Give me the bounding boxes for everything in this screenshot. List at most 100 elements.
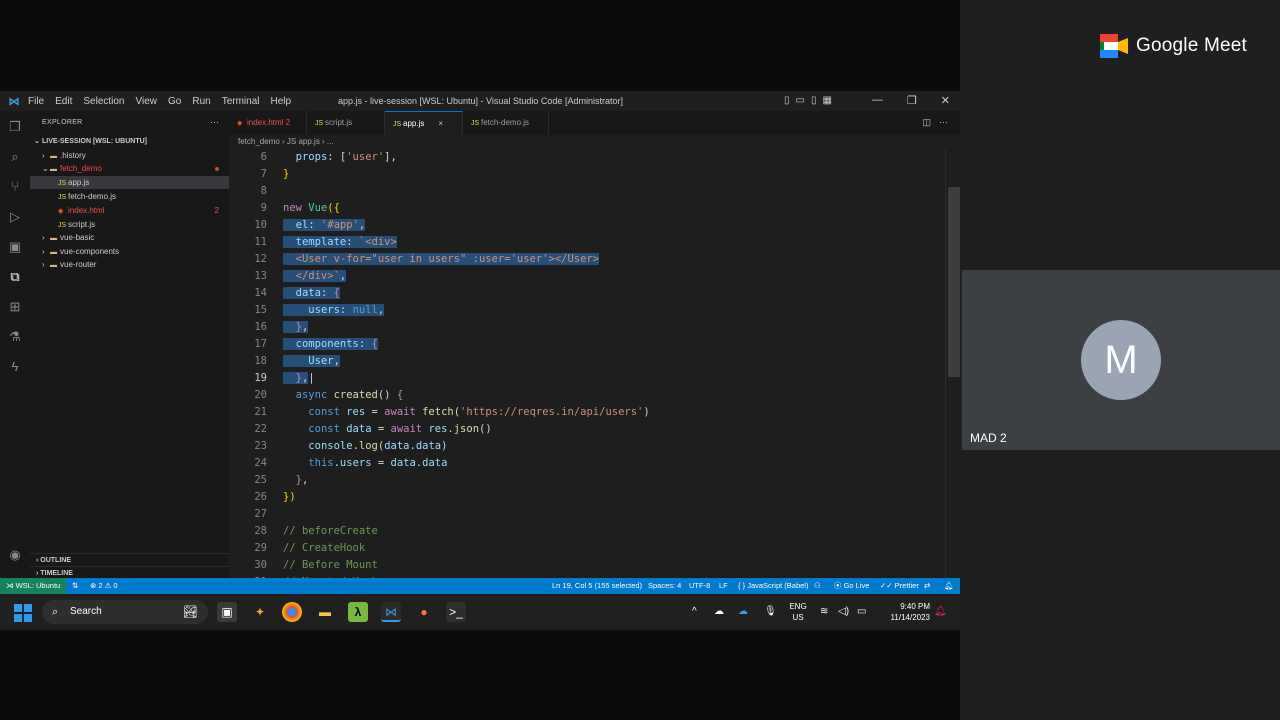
- cursor-position[interactable]: Ln 19, Col 5 (155 selected): [552, 578, 642, 594]
- tree-item-fetch-demo-js[interactable]: JS fetch-demo.js: [30, 190, 229, 203]
- tab-index-html[interactable]: ◆ index.html 2: [229, 111, 307, 135]
- code-line: 19 },|: [254, 372, 315, 384]
- microphone-icon[interactable]: 🎙︎: [764, 594, 777, 630]
- menu-edit[interactable]: Edit: [55, 96, 72, 107]
- prettier-button[interactable]: ✓✓ Prettier: [880, 578, 919, 594]
- restore-icon[interactable]: ❐: [907, 94, 917, 107]
- editor-scrollbar[interactable]: [948, 187, 960, 377]
- customize-layout-icon[interactable]: ▦: [822, 95, 831, 106]
- google-meet-logo: Google Meet: [1100, 34, 1247, 58]
- explorer-sidebar: EXPLORER ··· ⌄ LIVE-SESSION [WSL: UBUNTU]…: [30, 111, 229, 586]
- meet-brand: Google Meet: [1136, 35, 1247, 56]
- source-control-icon[interactable]: ⑂: [7, 179, 23, 195]
- volume-icon[interactable]: ◁): [838, 594, 849, 630]
- explorer-icon[interactable]: ⧉: [7, 269, 23, 285]
- chevron-up-icon[interactable]: ^: [692, 594, 697, 630]
- tab-close-icon[interactable]: ×: [438, 119, 443, 128]
- split-editor-icon[interactable]: ◫: [922, 117, 931, 128]
- menu-run[interactable]: Run: [192, 96, 210, 107]
- encoding[interactable]: UTF-8: [689, 578, 710, 594]
- notifications-bell-icon[interactable]: 🔔︎: [944, 578, 954, 594]
- tab-script-js[interactable]: JS script.js: [307, 111, 385, 135]
- tab-actions: ◫ ···: [922, 117, 948, 128]
- problems-indicator[interactable]: ⊗ 2 ⚠ 0: [90, 578, 118, 594]
- language-mode[interactable]: { } JavaScript (Babel): [738, 578, 808, 594]
- toggle-panel-icon[interactable]: ▭: [796, 95, 805, 106]
- branch-sync-icon[interactable]: ⇅: [72, 578, 78, 594]
- feedback-icon[interactable]: ⇄: [924, 578, 930, 594]
- toggle-sidebar-icon[interactable]: ▯: [784, 95, 790, 106]
- files-icon[interactable]: ❐: [7, 119, 23, 135]
- indentation[interactable]: Spaces: 4: [648, 578, 681, 594]
- js-file-icon: JS: [393, 121, 402, 128]
- activity-bar: ❐ ⌕ ⑂ ▷ ▣ ⧉ ⊞ ⚗ ϟ ◉ ⚙: [0, 111, 30, 591]
- tree-item-app-js[interactable]: JS app.js: [30, 176, 229, 189]
- terminal-app-icon[interactable]: λ: [348, 602, 368, 622]
- onedrive-icon[interactable]: ☁: [738, 594, 748, 630]
- taskbar-search[interactable]: ⌕ Search 🏞︎: [42, 600, 208, 624]
- folder-icon: ▬: [50, 235, 57, 242]
- battery-icon[interactable]: ▭: [857, 594, 866, 630]
- breadcrumb[interactable]: fetch_demo › JS app.js › ...: [229, 135, 960, 149]
- firefox-icon[interactable]: ●: [414, 602, 434, 622]
- outline-section[interactable]: › OUTLINE: [30, 553, 229, 566]
- menu-help[interactable]: Help: [271, 96, 292, 107]
- menu-terminal[interactable]: Terminal: [222, 96, 260, 107]
- task-view-icon[interactable]: ▣: [217, 602, 237, 622]
- menu-view[interactable]: View: [136, 96, 158, 107]
- vscode-window: ⋈ File Edit Selection View Go Run Termin…: [0, 91, 960, 594]
- wifi-icon[interactable]: ≋: [820, 594, 828, 630]
- file-explorer-icon[interactable]: ▬: [315, 602, 335, 622]
- live-share-icon[interactable]: ϟ: [7, 359, 23, 375]
- terminal-icon[interactable]: >_: [446, 602, 466, 622]
- code-line: 7}: [260, 168, 290, 180]
- tree-item-index-html[interactable]: ◆ index.html 2: [30, 204, 229, 217]
- tree-item-vue-components[interactable]: › ▬ vue-components: [30, 245, 229, 258]
- eol[interactable]: LF: [719, 578, 728, 594]
- tree-item-script-js[interactable]: JS script.js: [30, 218, 229, 231]
- code-line: 24 this.users = data.data: [254, 457, 448, 469]
- testing-icon[interactable]: ⚗: [7, 329, 23, 345]
- remote-explorer-icon[interactable]: ▣: [7, 239, 23, 255]
- windows-start-icon[interactable]: [14, 604, 32, 622]
- run-debug-icon[interactable]: ▷: [7, 209, 23, 225]
- menu-file[interactable]: File: [28, 96, 44, 107]
- modified-dot: [215, 167, 219, 171]
- menu-go[interactable]: Go: [168, 96, 181, 107]
- toggle-secondary-sidebar-icon[interactable]: ▯: [811, 95, 817, 106]
- close-icon[interactable]: ✕: [941, 94, 950, 107]
- chevron-right-icon: ›: [42, 260, 45, 269]
- tab-fetch-demo-js[interactable]: JS fetch-demo.js: [463, 111, 549, 135]
- code-line: 14 data: {: [254, 287, 340, 299]
- taskbar-clock[interactable]: 9:40 PM 11/14/2023: [878, 601, 930, 623]
- cloud-icon[interactable]: ☁: [714, 594, 724, 630]
- js-file-icon: JS: [58, 194, 67, 201]
- workspace-root[interactable]: ⌄ LIVE-SESSION [WSL: UBUNTU]: [30, 135, 229, 148]
- tree-item-history[interactable]: › ▬ .history: [30, 149, 229, 162]
- remote-indicator[interactable]: ⋊ WSL: Ubuntu: [0, 578, 67, 594]
- code-line: 20 async created() {: [254, 389, 404, 401]
- notification-bell-icon[interactable]: 🔔︎: [934, 594, 947, 630]
- more-actions-icon[interactable]: ···: [210, 117, 219, 127]
- menu-selection[interactable]: Selection: [83, 96, 124, 107]
- input-language[interactable]: ENG US: [788, 601, 808, 623]
- code-line: 28// beforeCreate: [254, 525, 378, 537]
- chrome-icon[interactable]: [282, 602, 302, 622]
- vscode-taskbar-icon[interactable]: ⋈: [381, 602, 401, 622]
- minimize-icon[interactable]: —: [872, 94, 883, 107]
- code-editor[interactable]: 6 props: ['user'], 7} 8 9 new Vue({ 10 el…: [229, 149, 960, 586]
- search-icon[interactable]: ⌕: [7, 149, 23, 165]
- account-icon[interactable]: ◉: [7, 547, 23, 563]
- extensions-icon[interactable]: ⊞: [7, 299, 23, 315]
- go-live-button[interactable]: ⦿ Go Live: [834, 578, 869, 594]
- tree-item-vue-router[interactable]: › ▬ vue-router: [30, 258, 229, 271]
- tab-app-js[interactable]: JS app.js ×: [385, 111, 463, 135]
- tree-item-vue-basic[interactable]: › ▬ vue-basic: [30, 231, 229, 244]
- more-actions-icon[interactable]: ···: [939, 117, 948, 128]
- tree-item-fetch-demo[interactable]: ⌄▬ fetch_demo: [30, 162, 229, 175]
- notification-app-icon[interactable]: ✦: [250, 602, 270, 622]
- copilot-icon[interactable]: ⚇: [814, 578, 821, 594]
- window-title: app.js - live-session [WSL: Ubuntu] - Vi…: [338, 96, 623, 106]
- code-line: 9 new Vue({: [260, 202, 340, 214]
- search-icon: ⌕: [52, 606, 59, 618]
